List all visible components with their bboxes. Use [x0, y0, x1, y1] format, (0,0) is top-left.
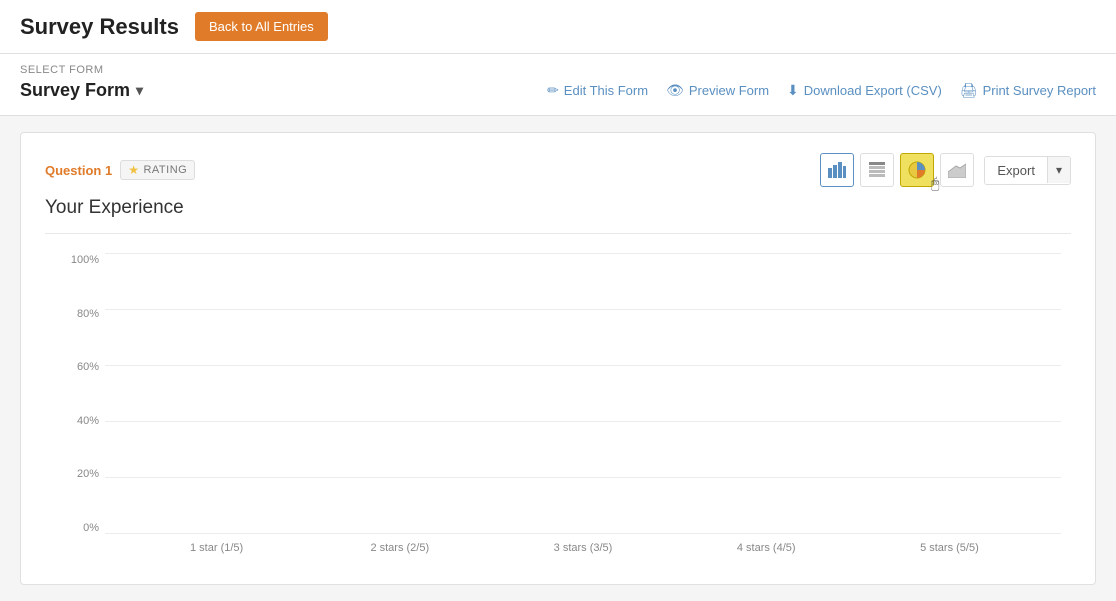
question-number: Question 1 [45, 163, 112, 178]
pie-chart-icon [908, 161, 926, 179]
download-icon: ⬇ [787, 82, 799, 99]
edit-form-link[interactable]: ✏ Edit This Form [547, 82, 648, 99]
question-card: Question 1 ★ RATING [20, 132, 1096, 585]
x-labels-row: 1 star (1/5)2 stars (2/5)3 stars (3/5)4 … [105, 542, 1061, 554]
chevron-down-icon: ▾ [136, 82, 143, 99]
y-axis-labels: 100% 80% 60% 40% 20% 0% [55, 254, 99, 534]
download-export-link[interactable]: ⬇ Download Export (CSV) [787, 82, 942, 99]
y-axis-label: 80% [55, 308, 99, 320]
form-bar: SELECT FORM Survey Form ▾ ✏ Edit This Fo… [0, 54, 1116, 116]
chart-area: 100%80%60%40%20%0% [105, 254, 1061, 534]
bar-chart-button[interactable] [820, 153, 854, 187]
x-axis-label: 1 star (1/5) [125, 542, 308, 554]
chart-controls: 🖱 Export ▾ [820, 153, 1071, 187]
area-chart-icon [948, 162, 966, 178]
question-type-badge: ★ RATING [120, 160, 195, 180]
y-axis-label: 40% [55, 415, 99, 427]
download-export-label: Download Export (CSV) [804, 83, 942, 98]
export-label: Export [985, 157, 1047, 184]
export-dropdown: Export ▾ [984, 156, 1071, 185]
question-meta: Question 1 ★ RATING [45, 160, 195, 180]
y-axis-label: 20% [55, 468, 99, 480]
area-chart-button[interactable] [940, 153, 974, 187]
pie-chart-button[interactable]: 🖱 [900, 153, 934, 187]
form-selector[interactable]: Survey Form ▾ [20, 80, 143, 101]
card-divider [45, 233, 1071, 234]
form-actions: ✏ Edit This Form 👁 Preview Form ⬇ Downlo… [547, 82, 1096, 99]
print-report-label: Print Survey Report [983, 83, 1096, 98]
form-bar-row: Survey Form ▾ ✏ Edit This Form 👁 Preview… [20, 80, 1096, 101]
print-icon: 🖨 [960, 82, 978, 99]
x-axis-label: 2 stars (2/5) [308, 542, 491, 554]
edit-icon: ✏ [547, 82, 559, 99]
question-header: Question 1 ★ RATING [45, 153, 1071, 187]
print-report-link[interactable]: 🖨 Print Survey Report [960, 82, 1096, 99]
back-to-all-entries-button[interactable]: Back to All Entries [195, 12, 328, 41]
y-axis-label: 100% [55, 254, 99, 266]
preview-form-link[interactable]: 👁 Preview Form [666, 82, 769, 99]
main-content: Question 1 ★ RATING [0, 116, 1116, 601]
question-title: Your Experience [45, 197, 1071, 219]
x-axis-label: 4 stars (4/5) [675, 542, 858, 554]
bar-chart-icon [828, 162, 846, 178]
bars-row [105, 254, 1061, 534]
select-form-label: SELECT FORM [20, 64, 1096, 76]
question-type-label: RATING [143, 164, 187, 176]
y-axis-label: 0% [55, 522, 99, 534]
star-icon: ★ [128, 163, 139, 177]
table-view-button[interactable] [860, 153, 894, 187]
y-axis-label: 60% [55, 361, 99, 373]
eye-icon: 👁 [666, 82, 684, 99]
preview-form-label: Preview Form [689, 83, 769, 98]
x-axis-label: 3 stars (3/5) [491, 542, 674, 554]
top-header: Survey Results Back to All Entries [0, 0, 1116, 54]
cursor-icon: 🖱 [931, 175, 939, 192]
x-axis-label: 5 stars (5/5) [858, 542, 1041, 554]
form-name-label: Survey Form [20, 80, 130, 101]
export-chevron-icon[interactable]: ▾ [1047, 157, 1070, 183]
bar-chart-container: 100% 80% 60% 40% 20% 0% 1 star (1/5)2 stars (… [45, 254, 1071, 554]
edit-form-label: Edit This Form [564, 83, 648, 98]
table-icon [869, 162, 885, 178]
page-title: Survey Results [20, 14, 179, 40]
